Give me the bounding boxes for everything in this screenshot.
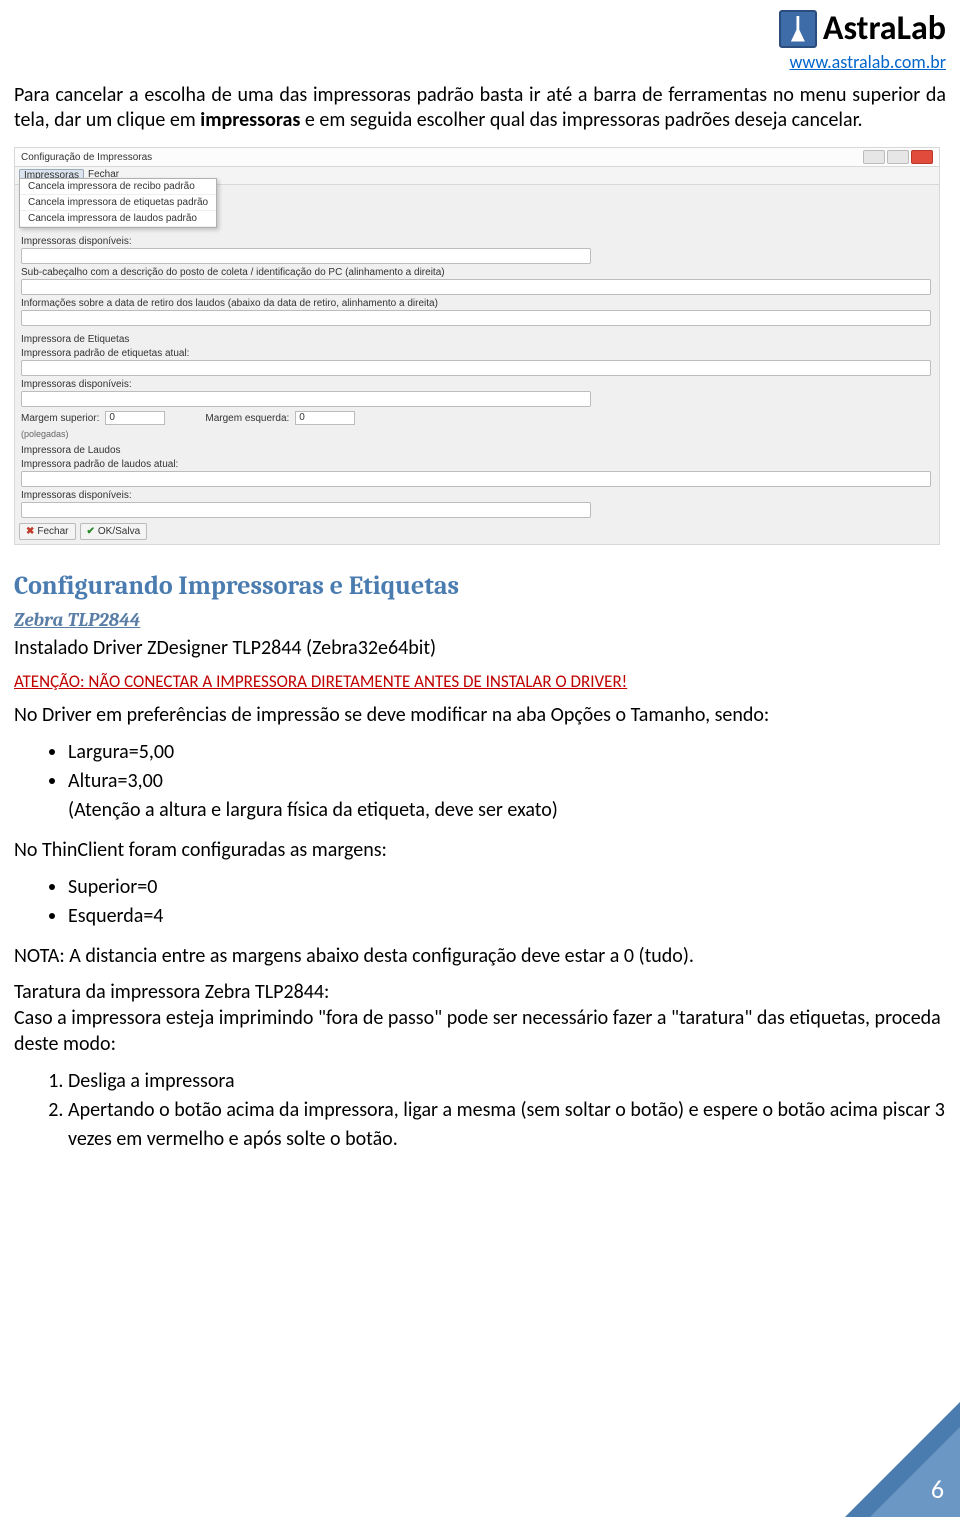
list-item: Desliga a impressora bbox=[68, 1067, 946, 1096]
field-info-retiro bbox=[21, 310, 931, 326]
logo-text: AstraLab bbox=[823, 8, 946, 49]
label-polegadas: (polegadas) bbox=[21, 429, 933, 439]
size-bullet-list: Largura=5,00 Altura=3,00(Atenção a altur… bbox=[68, 738, 946, 825]
field-margem-esquerda: 0 bbox=[295, 411, 355, 425]
label-margem-esquerda: Margem esquerda: bbox=[205, 413, 289, 424]
margin-bullet-list: Superior=0 Esquerda=4 bbox=[68, 873, 946, 931]
combo-impressoras-2 bbox=[21, 391, 591, 407]
label-disponiveis-3: Impressoras disponíveis: bbox=[21, 490, 933, 501]
steps-list: Desliga a impressora Apertando o botão a… bbox=[68, 1067, 946, 1154]
close-x-icon: ✖ bbox=[26, 526, 34, 537]
taratura-paragraph: Taratura da impressora Zebra TLP2844: Ca… bbox=[14, 979, 946, 1057]
field-etq-atual bbox=[21, 360, 931, 376]
fechar-button: ✖Fechar bbox=[19, 523, 76, 540]
driver-pref-paragraph: No Driver em preferências de impressão s… bbox=[14, 702, 946, 728]
close-icon bbox=[911, 150, 933, 164]
sub-heading: Zebra TLP2844 bbox=[14, 609, 946, 631]
section-heading: Configurando Impressoras e Etiquetas bbox=[14, 571, 946, 601]
page-header: AstraLab www.astralab.com.br bbox=[14, 0, 946, 77]
dropdown-item: Cancela impressora de laudos padrão bbox=[20, 211, 216, 227]
label-info-retiro: Informações sobre a data de retiro dos l… bbox=[21, 298, 933, 309]
dropdown-item: Cancela impressora de etiquetas padrão bbox=[20, 195, 216, 211]
field-margem-superior: 0 bbox=[105, 411, 165, 425]
page-number: 6 bbox=[931, 1473, 944, 1505]
list-item: Superior=0 bbox=[68, 873, 946, 902]
label-disponiveis-2: Impressoras disponíveis: bbox=[21, 379, 933, 390]
label-disponiveis: Impressoras disponíveis: bbox=[21, 236, 933, 247]
flask-icon bbox=[779, 10, 817, 48]
nota-paragraph: NOTA: A distancia entre as margens abaix… bbox=[14, 943, 946, 969]
list-item: Apertando o botão acima da impressora, l… bbox=[68, 1096, 946, 1154]
minimize-icon bbox=[863, 150, 885, 164]
dropdown-item: Cancela impressora de recibo padrão bbox=[20, 179, 216, 195]
intro-paragraph: Para cancelar a escolha de uma das impre… bbox=[14, 83, 946, 133]
driver-line: Instalado Driver ZDesigner TLP2844 (Zebr… bbox=[14, 635, 946, 661]
label-etiquetas-atual: Impressora padrão de etiquetas atual: bbox=[21, 348, 933, 359]
label-laudos-atual: Impressora padrão de laudos atual: bbox=[21, 459, 933, 470]
field-laudos-atual bbox=[21, 471, 931, 487]
combo-impressoras bbox=[21, 248, 591, 264]
label-laudos-title: Impressora de Laudos bbox=[21, 445, 933, 456]
list-item: Altura=3,00(Atenção a altura e largura f… bbox=[68, 767, 946, 825]
thinclient-paragraph: No ThinClient foram configuradas as marg… bbox=[14, 837, 946, 863]
list-item: Largura=5,00 bbox=[68, 738, 946, 767]
warning-line: ATENÇÃO: NÃO CONECTAR A IMPRESSORA DIRET… bbox=[14, 671, 946, 692]
combo-impressoras-3 bbox=[21, 502, 591, 518]
check-icon: ✔ bbox=[87, 526, 95, 537]
embedded-screenshot: Configuração de Impressoras Impressoras … bbox=[14, 147, 940, 545]
label-subcabecalho: Sub-cabeçalho com a descrição do posto d… bbox=[21, 267, 933, 278]
site-url-link[interactable]: www.astralab.com.br bbox=[779, 51, 946, 73]
impressoras-dropdown: Cancela impressora de recibo padrão Canc… bbox=[19, 178, 217, 228]
label-etiquetas-title: Impressora de Etiquetas bbox=[21, 334, 933, 345]
maximize-icon bbox=[887, 150, 909, 164]
list-item: Esquerda=4 bbox=[68, 902, 946, 931]
label-margem-superior: Margem superior: bbox=[21, 413, 99, 424]
ok-salva-button: ✔OK/Salva bbox=[80, 523, 148, 540]
field-subcabecalho bbox=[21, 279, 931, 295]
page-corner-decoration: 6 bbox=[840, 1397, 960, 1517]
window-title: Configuração de Impressoras bbox=[21, 152, 152, 163]
